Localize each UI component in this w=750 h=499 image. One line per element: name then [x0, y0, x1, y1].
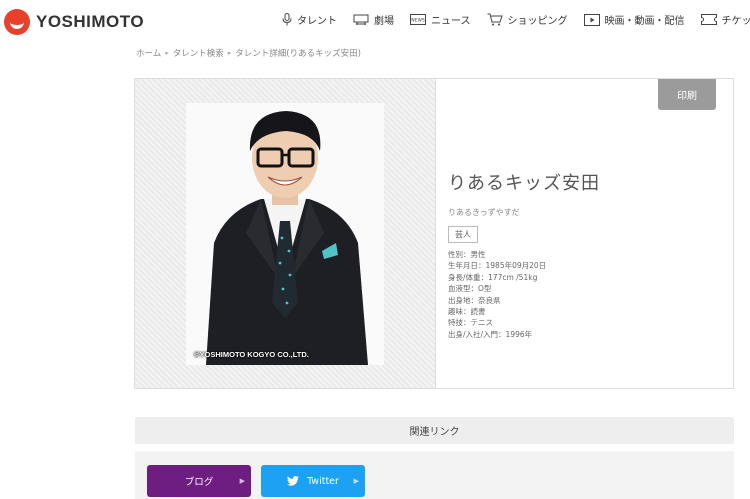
talent-kana: りあるきっずやすだ	[448, 208, 520, 217]
video-icon	[583, 13, 600, 26]
chevron-right-icon: ▸	[227, 49, 232, 57]
talent-name: りあるキッズ安田	[448, 173, 600, 194]
profile-box: ©YOSHIMOTO KOGYO CO.,LTD. 印刷 りあるキッズ安田 りあ…	[134, 78, 734, 389]
portrait-illustration	[186, 103, 384, 365]
related-links: ブログ ▶ Twitter ▶	[135, 451, 734, 499]
breadcrumb: ホーム ▸ タレント検索 ▸ タレント詳細(りあるキッズ安田)	[136, 47, 361, 59]
theater-icon	[353, 14, 369, 25]
nav-label: チケット販	[721, 16, 750, 27]
twitter-label: Twitter	[307, 475, 339, 487]
profile-photo: ©YOSHIMOTO KOGYO CO.,LTD.	[186, 103, 384, 365]
nav-label: 映画・動画・配信	[604, 16, 685, 27]
talent-details: 性別：男性 生年月日：1985年09月20日 身長/体重：177cm /51kg…	[448, 249, 600, 340]
detail-height-weight: 身長/体重：177cm /51kg	[448, 272, 538, 282]
chevron-right-icon: ▸	[165, 49, 169, 57]
global-nav: タレント 劇場 NEWS ニュース ショッピング 映画・動画・配信 チケット販	[282, 12, 750, 27]
detail-blood-type: 血液型：O型	[448, 284, 492, 294]
nav-item-ticket[interactable]: チケット販	[700, 12, 750, 27]
nav-item-news[interactable]: NEWS ニュース	[410, 12, 471, 27]
nav-label: タレント	[297, 16, 337, 27]
news-icon: NEWS	[410, 14, 426, 25]
yoshimoto-logo[interactable]: YOSHIMOTO	[4, 9, 144, 35]
cart-icon	[487, 13, 503, 26]
nav-label: 劇場	[374, 16, 394, 27]
blog-link-button[interactable]: ブログ ▶	[147, 465, 251, 497]
twitter-link-button[interactable]: Twitter ▶	[261, 465, 365, 497]
svg-text:NEWS: NEWS	[411, 18, 425, 24]
detail-skill: 特技：テニス	[448, 318, 493, 328]
detail-debut: 出身/入社/入門：1996年	[448, 329, 533, 339]
nav-item-video[interactable]: 映画・動画・配信	[583, 12, 685, 27]
talent-info: りあるキッズ安田 りあるきっずやすだ 芸人 性別：男性 生年月日：1985年09…	[448, 169, 600, 340]
nav-label: ショッピング	[507, 16, 568, 27]
nav-item-talent[interactable]: タレント	[282, 12, 337, 27]
photo-pane: ©YOSHIMOTO KOGYO CO.,LTD.	[135, 79, 436, 388]
smile-logo-icon	[4, 9, 30, 35]
detail-hobby: 趣味：読書	[448, 307, 486, 317]
category-tag: 芸人	[448, 226, 478, 243]
photo-copyright: ©YOSHIMOTO KOGYO CO.,LTD.	[194, 350, 309, 359]
breadcrumb-home[interactable]: ホーム	[136, 47, 161, 59]
breadcrumb-current: タレント詳細(りあるキッズ安田)	[235, 49, 361, 59]
microphone-icon	[282, 13, 292, 26]
related-links-heading: 関連リンク	[135, 417, 734, 444]
logo-text: YOSHIMOTO	[36, 12, 145, 31]
ticket-icon	[700, 14, 717, 25]
nav-item-shopping[interactable]: ショッピング	[487, 12, 568, 27]
breadcrumb-talent-search[interactable]: タレント検索	[173, 47, 224, 59]
site-header: YOSHIMOTO タレント 劇場 NEWS ニュース ショッピング 映画・動画…	[0, 0, 750, 44]
chevron-right-icon: ▶	[239, 477, 245, 485]
nav-label: ニュース	[431, 16, 471, 27]
nav-item-theater[interactable]: 劇場	[353, 12, 394, 27]
detail-hometown: 出身地：奈良県	[448, 295, 501, 305]
twitter-bird-icon	[287, 476, 300, 486]
detail-gender: 性別：男性	[448, 250, 486, 259]
detail-birthday: 生年月日：1985年09月20日	[448, 261, 547, 271]
print-button[interactable]: 印刷	[658, 79, 716, 110]
blog-label: ブログ	[184, 477, 214, 488]
chevron-right-icon: ▶	[353, 477, 359, 485]
